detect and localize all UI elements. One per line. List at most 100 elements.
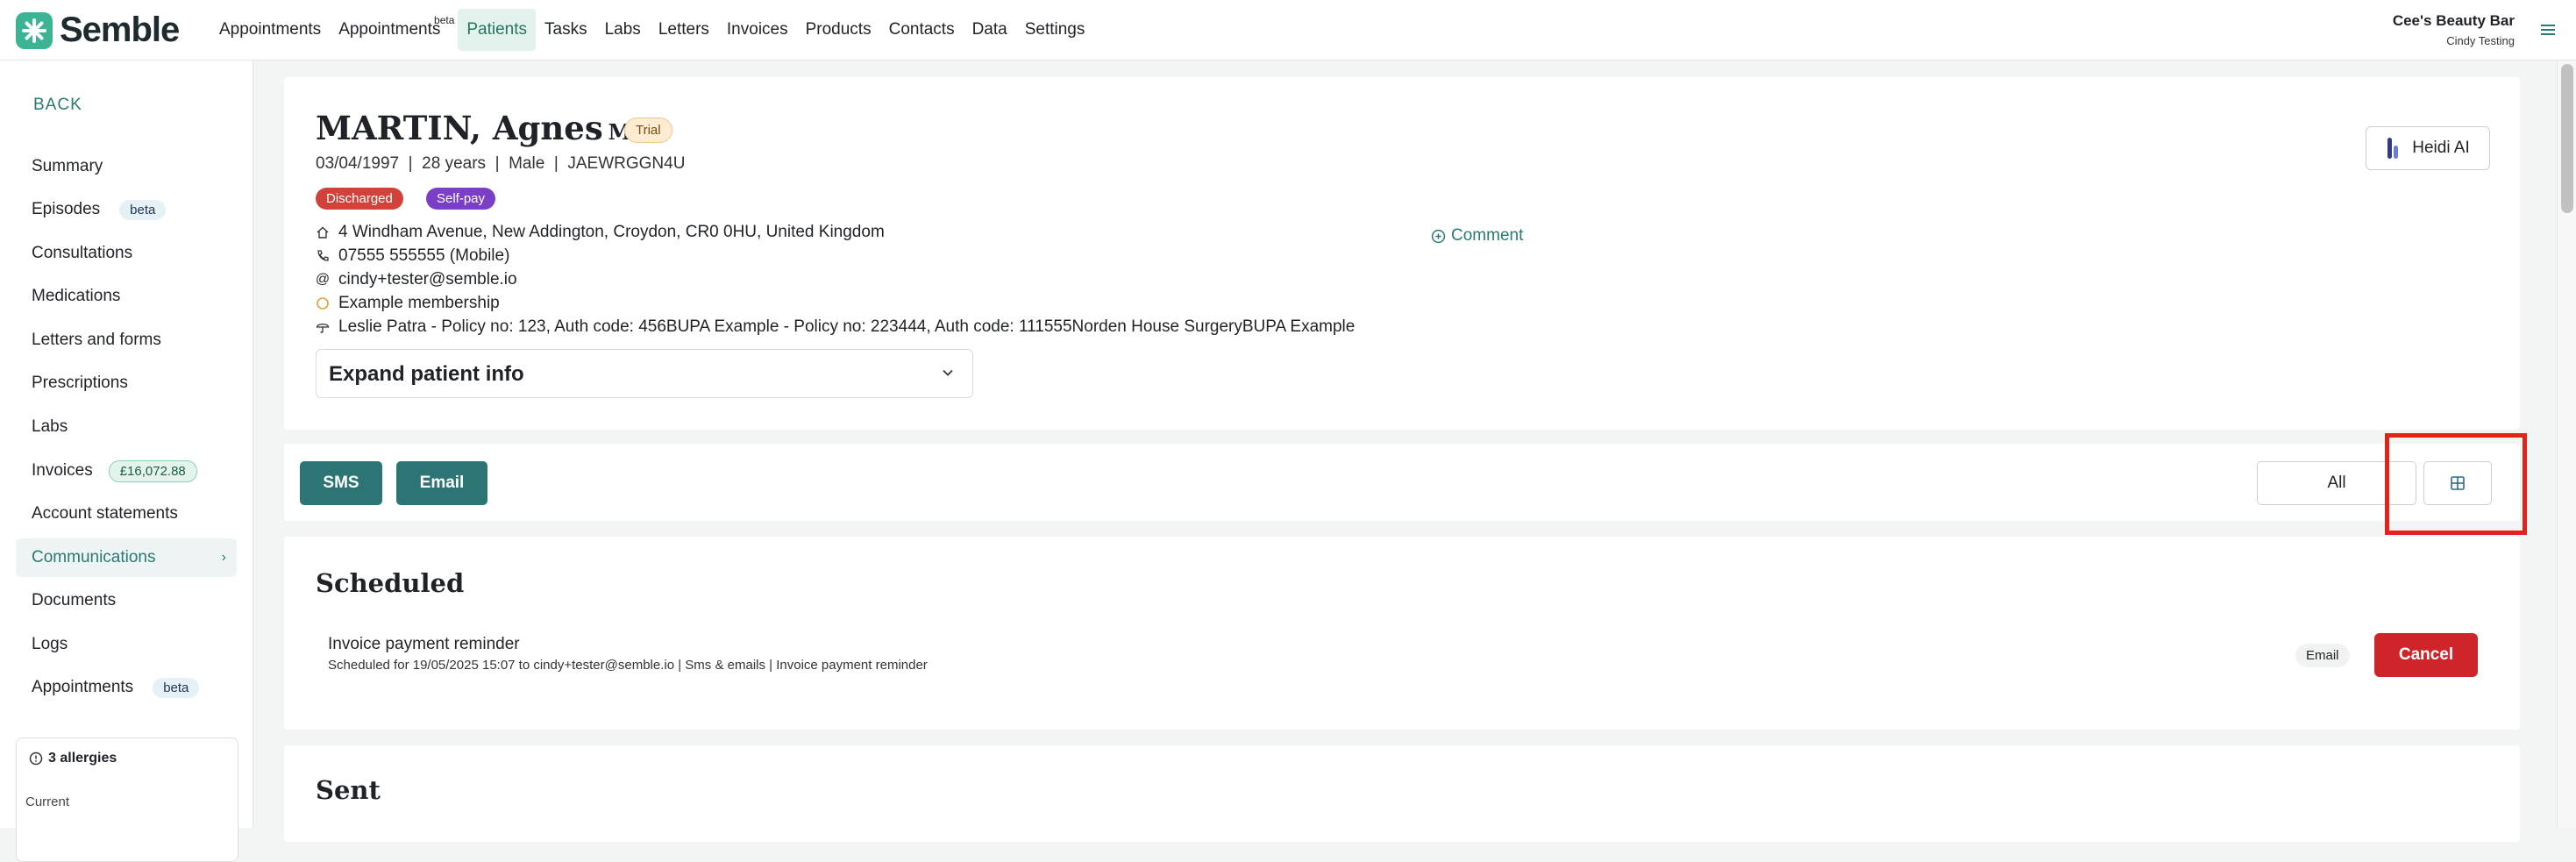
nav-labs[interactable]: Labs bbox=[596, 9, 650, 51]
heidi-ai-button[interactable]: Heidi AI bbox=[2366, 126, 2490, 170]
sidebar-item-label: Summary bbox=[32, 157, 103, 175]
umbrella-icon bbox=[316, 320, 330, 334]
nav-letters[interactable]: Letters bbox=[650, 9, 718, 51]
patient-sidebar: BACK Summary Episodes beta Consultations … bbox=[0, 61, 253, 862]
patient-name-heading: MARTIN, AgnesMrs bbox=[316, 109, 654, 147]
logo-text: Semble bbox=[60, 11, 180, 49]
sidebar-item-communications[interactable]: Communications › bbox=[16, 538, 237, 577]
scrollbar-thumb[interactable] bbox=[2561, 64, 2573, 213]
invoice-balance-badge: £16,072.88 bbox=[108, 459, 197, 482]
nav-tasks[interactable]: Tasks bbox=[536, 9, 596, 51]
phone-text[interactable]: 07555 555555 (Mobile) bbox=[338, 246, 509, 266]
main-nav: Appointments Appointments beta Patients … bbox=[210, 0, 1093, 60]
sidebar-item-label: Communications bbox=[32, 548, 156, 566]
chevron-down-icon bbox=[939, 364, 957, 386]
patient-membership: Example membership bbox=[316, 294, 500, 313]
top-navigation: Semble Appointments Appointments beta Pa… bbox=[0, 0, 2576, 61]
semble-logo[interactable]: Semble bbox=[16, 11, 180, 50]
back-link[interactable]: BACK bbox=[33, 96, 82, 115]
at-icon: @ bbox=[315, 272, 331, 287]
patient-id: JAEWRGGN4U bbox=[567, 154, 686, 173]
sms-button[interactable]: SMS bbox=[300, 461, 382, 505]
patient-meta: 03/04/1997 | 28 years | Male | JAEWRGGN4… bbox=[316, 154, 686, 173]
allergies-title: 3 allergies bbox=[29, 751, 117, 766]
nav-settings[interactable]: Settings bbox=[1016, 9, 1094, 51]
address-text: 4 Windham Avenue, New Addington, Croydon… bbox=[338, 223, 885, 241]
patient-age: 28 years bbox=[422, 154, 487, 173]
scheduled-item-title[interactable]: Invoice payment reminder bbox=[328, 635, 520, 654]
insurance-text: Leslie Patra - Policy no: 123, Auth code… bbox=[338, 317, 1356, 336]
expand-patient-info[interactable]: Expand patient info bbox=[316, 349, 973, 398]
patient-name: MARTIN, Agnes bbox=[316, 109, 603, 147]
sidebar-item-account-statements[interactable]: Account statements bbox=[16, 495, 237, 533]
org-name: Cee's Beauty Bar bbox=[2392, 12, 2515, 29]
home-icon bbox=[316, 225, 330, 239]
sidebar-item-label: Prescriptions bbox=[32, 374, 128, 392]
allergies-card[interactable]: 3 allergies Current bbox=[16, 737, 238, 862]
comment-label: Comment bbox=[1451, 226, 1524, 245]
plus-circle-icon bbox=[1431, 229, 1446, 243]
allergies-current-label: Current bbox=[25, 794, 70, 809]
heidi-icon bbox=[2387, 138, 2399, 159]
sidebar-item-appointments[interactable]: Appointments beta bbox=[16, 668, 237, 707]
sidebar-item-label: Medications bbox=[32, 287, 121, 305]
nav-data[interactable]: Data bbox=[964, 9, 1016, 51]
info-icon bbox=[29, 752, 43, 766]
semble-logo-icon bbox=[16, 11, 53, 49]
org-switcher[interactable]: Cee's Beauty Bar Cindy Testing bbox=[2393, 12, 2515, 47]
sidebar-item-label: Invoices bbox=[32, 461, 93, 480]
beta-badge: beta bbox=[119, 199, 167, 220]
sidebar-item-prescriptions[interactable]: Prescriptions bbox=[16, 364, 237, 403]
membership-icon bbox=[316, 296, 330, 310]
sidebar-item-invoices[interactable]: Invoices £16,072.88 bbox=[16, 452, 237, 490]
scheduled-card bbox=[284, 537, 2520, 730]
email-text[interactable]: cindy+tester@semble.io bbox=[338, 270, 517, 289]
sidebar-item-label: Letters and forms bbox=[32, 331, 161, 349]
sidebar-item-logs[interactable]: Logs bbox=[16, 625, 237, 664]
sidebar-item-summary[interactable]: Summary bbox=[16, 147, 237, 186]
patient-phone: 07555 555555 (Mobile) bbox=[316, 246, 509, 266]
phone-icon bbox=[316, 249, 330, 263]
nav-patients[interactable]: Patients bbox=[458, 9, 537, 51]
sidebar-item-consultations[interactable]: Consultations bbox=[16, 234, 237, 273]
self-pay-tag[interactable]: Self-pay bbox=[426, 188, 496, 210]
sidebar-item-label: Consultations bbox=[32, 244, 133, 262]
trial-badge: Trial bbox=[624, 118, 672, 143]
discharged-tag[interactable]: Discharged bbox=[316, 188, 403, 210]
membership-text: Example membership bbox=[338, 294, 500, 312]
channel-chip: Email bbox=[2295, 644, 2350, 667]
nav-products[interactable]: Products bbox=[797, 9, 880, 51]
patient-gender: Male bbox=[509, 154, 545, 173]
comment-link[interactable]: Comment bbox=[1431, 226, 1523, 246]
patient-dob: 03/04/1997 bbox=[316, 154, 400, 173]
sidebar-item-documents[interactable]: Documents bbox=[16, 581, 237, 620]
sidebar-item-label: Account statements bbox=[32, 504, 178, 523]
hamburger-icon[interactable] bbox=[2536, 18, 2560, 42]
sidebar-item-label: Appointments bbox=[32, 678, 134, 696]
sidebar-item-label: Logs bbox=[32, 635, 68, 653]
sidebar-item-episodes[interactable]: Episodes beta bbox=[16, 190, 237, 229]
sidebar-item-labs[interactable]: Labs bbox=[16, 408, 237, 446]
sidebar-item-medications[interactable]: Medications bbox=[16, 277, 237, 316]
patient-insurance: Leslie Patra - Policy no: 123, Auth code… bbox=[316, 317, 1355, 337]
cancel-button[interactable]: Cancel bbox=[2374, 633, 2478, 677]
sidebar-item-letters-and-forms[interactable]: Letters and forms bbox=[16, 321, 237, 360]
allergies-count: 3 allergies bbox=[48, 751, 117, 766]
nav-appointments[interactable]: Appointments bbox=[210, 9, 330, 51]
nav-contacts[interactable]: Contacts bbox=[880, 9, 964, 51]
sent-heading: Sent bbox=[316, 775, 381, 805]
scheduled-item-subtitle: Scheduled for 19/05/2025 15:07 to cindy+… bbox=[328, 658, 928, 673]
sidebar-item-label: Episodes bbox=[32, 200, 101, 218]
email-button[interactable]: Email bbox=[396, 461, 487, 505]
expand-label: Expand patient info bbox=[329, 362, 524, 386]
highlight-annotation-box bbox=[2385, 433, 2527, 535]
beta-badge: beta bbox=[153, 677, 200, 698]
page-scrollbar[interactable] bbox=[2557, 61, 2576, 828]
nav-appointments-beta[interactable]: Appointments beta bbox=[330, 9, 454, 51]
patient-email: @ cindy+tester@semble.io bbox=[316, 270, 517, 289]
chevron-right-icon: › bbox=[221, 550, 226, 565]
beta-superscript: beta bbox=[434, 14, 455, 26]
communication-actions-card bbox=[284, 444, 2520, 521]
scheduled-heading: Scheduled bbox=[316, 568, 465, 598]
nav-invoices[interactable]: Invoices bbox=[718, 9, 797, 51]
